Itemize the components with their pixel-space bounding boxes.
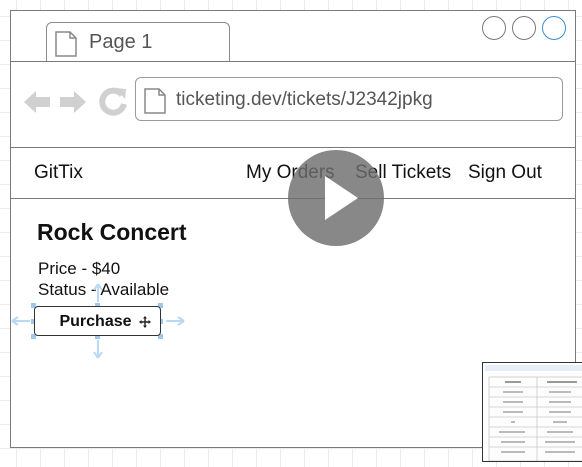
address-bar[interactable]: ticketing.dev/tickets/J2342jpkg [135, 77, 563, 121]
tab-divider [10, 61, 576, 62]
tab-label: Page 1 [89, 31, 153, 53]
window-control-circle[interactable] [482, 16, 506, 40]
thumbnail-preview[interactable] [482, 362, 582, 462]
play-button[interactable] [288, 150, 384, 246]
url-text: ticketing.dev/tickets/J2342jpkg [176, 89, 433, 110]
reload-icon[interactable] [98, 86, 128, 116]
tab-page-1[interactable]: Page 1 [46, 22, 230, 62]
purchase-label: Purchase [59, 313, 132, 330]
forward-arrow-icon[interactable] [58, 88, 88, 116]
thumbnail-table [485, 365, 582, 461]
window-control-circle[interactable] [512, 16, 536, 40]
ticket-price: Price - $40 [38, 259, 121, 278]
page-icon [55, 31, 77, 57]
brand-link[interactable]: GitTix [34, 162, 83, 184]
header-top-border [10, 147, 576, 148]
play-icon [325, 176, 358, 220]
window-control-circle[interactable] [542, 16, 566, 40]
ticket-title: Rock Concert [37, 219, 187, 245]
back-arrow-icon[interactable] [22, 88, 52, 116]
move-cursor-icon [139, 316, 151, 328]
page-icon [144, 88, 166, 114]
nav-sign-out[interactable]: Sign Out [468, 162, 542, 184]
